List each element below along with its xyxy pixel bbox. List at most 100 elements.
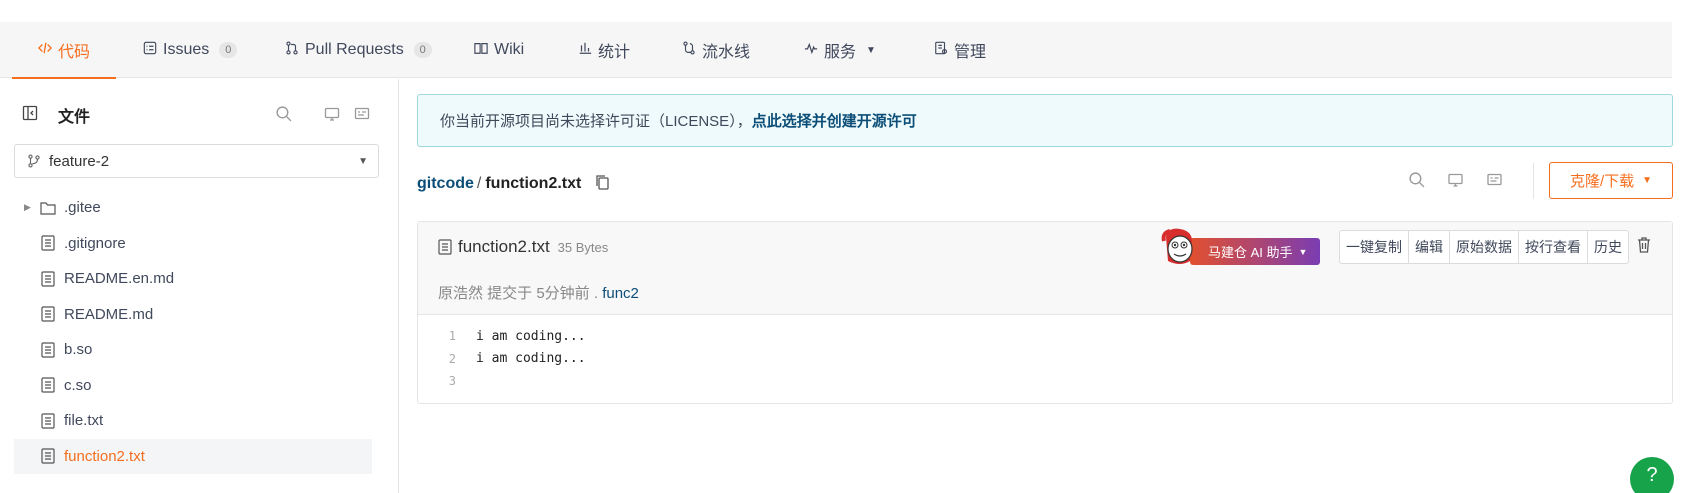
code-icon [37,41,53,60]
raw-button[interactable]: 原始数据 [1450,231,1519,263]
copy-path-icon[interactable] [595,174,610,195]
file-size: 35 Bytes [557,239,609,255]
book-icon [474,41,488,60]
file-icon [40,235,56,251]
tree-item-label: README.md [64,305,154,323]
pipeline-icon [682,40,696,60]
comment-icon[interactable] [1486,172,1503,193]
tree-item-label: README.en.md [64,270,175,288]
bar-chart-icon [578,41,592,60]
code-line: 2 i am coding... [418,348,1672,371]
commit-message-link[interactable]: func2 [602,285,639,302]
clone-download-button[interactable]: 克隆/下载 ▼ [1549,162,1673,199]
tree-item-label: file.txt [64,412,104,430]
file-title: function2.txt 35 Bytes [438,237,608,257]
help-button[interactable]: ? [1630,457,1674,493]
folder-icon [40,200,56,216]
create-license-link[interactable]: 点此选择并创建开源许可 [752,110,917,131]
tab-issues[interactable]: Issues 0 [143,22,238,78]
file-icon [438,239,452,255]
comment-icon[interactable] [354,106,370,127]
line-number[interactable]: 1 [418,329,458,343]
manage-icon [934,41,948,60]
breadcrumb-file: function2.txt [485,175,582,192]
file-icon [40,377,56,393]
pulse-icon [804,41,818,60]
chevron-down-icon: ▼ [1642,175,1653,186]
issues-count-badge: 0 [219,42,238,58]
breadcrumb-separator: / [476,175,482,192]
tab-services-label: 服务 [824,44,857,61]
sidebar-title: 文件 [58,109,91,126]
branch-name: feature-2 [49,152,110,170]
tab-code-label: 代码 [58,44,91,61]
tree-item-file[interactable]: c.so [14,368,372,404]
tree-item-file[interactable]: README.en.md [14,261,372,297]
breadcrumb: gitcode / function2.txt [417,172,610,196]
ai-assistant-pill[interactable]: 马建仓 AI 助手 ▼ [1190,238,1320,265]
collapse-sidebar-icon[interactable] [22,105,38,126]
file-actions: 一键复制 编辑 原始数据 按行查看 历史 [1339,230,1629,264]
tree-item-file[interactable]: b.so [14,332,372,368]
sidebar-header: 文件 [22,103,378,127]
file-sidebar: 文件 feature-2 ▼ ▶ .gitee .gitignore READM… [0,79,399,493]
tab-stats[interactable]: 统计 [578,22,630,78]
tab-wiki-label: Wiki [494,41,525,58]
tab-wiki[interactable]: Wiki [474,22,524,78]
search-icon[interactable] [1408,171,1425,193]
ai-assistant-button[interactable]: 马建仓 AI 助手 ▼ [1160,228,1320,265]
history-button[interactable]: 历史 [1588,231,1628,263]
mascot-icon [1160,227,1198,267]
chevron-down-icon: ▼ [866,44,876,56]
monitor-icon[interactable] [1447,172,1464,193]
tab-pipeline[interactable]: 流水线 [682,22,750,78]
tree-item-file[interactable]: file.txt [14,403,372,439]
file-viewer: function2.txt 35 Bytes 原浩然 提交于 5分钟前 . fu… [417,221,1673,404]
tree-item-file[interactable]: README.md [14,297,372,333]
breadcrumb-repo[interactable]: gitcode [417,175,474,193]
tab-issues-label: Issues [163,41,210,58]
tree-item-label: .gitee [64,199,101,217]
branch-select[interactable]: feature-2 ▼ [14,144,379,178]
branch-icon [27,154,41,168]
tab-manage-label: 管理 [954,44,987,61]
tree-item-label: function2.txt [64,447,145,465]
file-icon [40,271,56,287]
line-text: i am coding... [476,351,586,367]
pull-request-icon [285,40,299,60]
clone-download-label: 克隆/下载 [1569,173,1635,190]
search-icon[interactable] [275,105,292,127]
line-text: i am coding... [476,328,586,344]
ai-assistant-label: 马建仓 AI 助手 [1208,245,1293,260]
tab-manage[interactable]: 管理 [934,22,986,78]
file-icon [40,306,56,322]
line-number[interactable]: 2 [418,352,458,366]
last-commit: 原浩然 提交于 5分钟前 . func2 [438,282,639,303]
chevron-right-icon[interactable]: ▶ [24,202,31,213]
help-label: ? [1646,463,1658,486]
edit-button[interactable]: 编辑 [1409,231,1450,263]
file-icon [40,342,56,358]
commit-info: 原浩然 提交于 5分钟前 . [438,285,599,302]
tab-services[interactable]: 服务 ▼ [804,22,876,78]
repo-tab-bar: 代码 Issues 0 Pull Requests 0 Wiki 统计 流水线 [0,22,1672,79]
tree-item-file[interactable]: .gitignore [14,226,372,262]
file-icon [40,413,56,429]
trash-icon[interactable] [1636,236,1652,258]
file-tree: ▶ .gitee .gitignore README.en.md README.… [14,190,372,474]
copy-all-button[interactable]: 一键复制 [1340,231,1409,263]
license-notice-text: 你当前开源项目尚未选择许可证（LICENSE）， [440,113,752,130]
file-icon [40,448,56,464]
tree-item-label: .gitignore [64,234,126,252]
monitor-icon[interactable] [324,106,340,127]
blame-button[interactable]: 按行查看 [1519,231,1588,263]
tab-pull-requests[interactable]: Pull Requests 0 [285,22,432,78]
sidebar-tools [275,105,370,127]
main-tools [1408,172,1503,192]
tree-item-file-active[interactable]: function2.txt [14,438,372,474]
tab-stats-label: 统计 [598,44,631,61]
tree-item-folder[interactable]: ▶ .gitee [14,190,372,226]
code-line: 3 [418,370,1672,393]
line-number[interactable]: 3 [418,374,458,388]
tab-code[interactable]: 代码 [11,22,117,79]
